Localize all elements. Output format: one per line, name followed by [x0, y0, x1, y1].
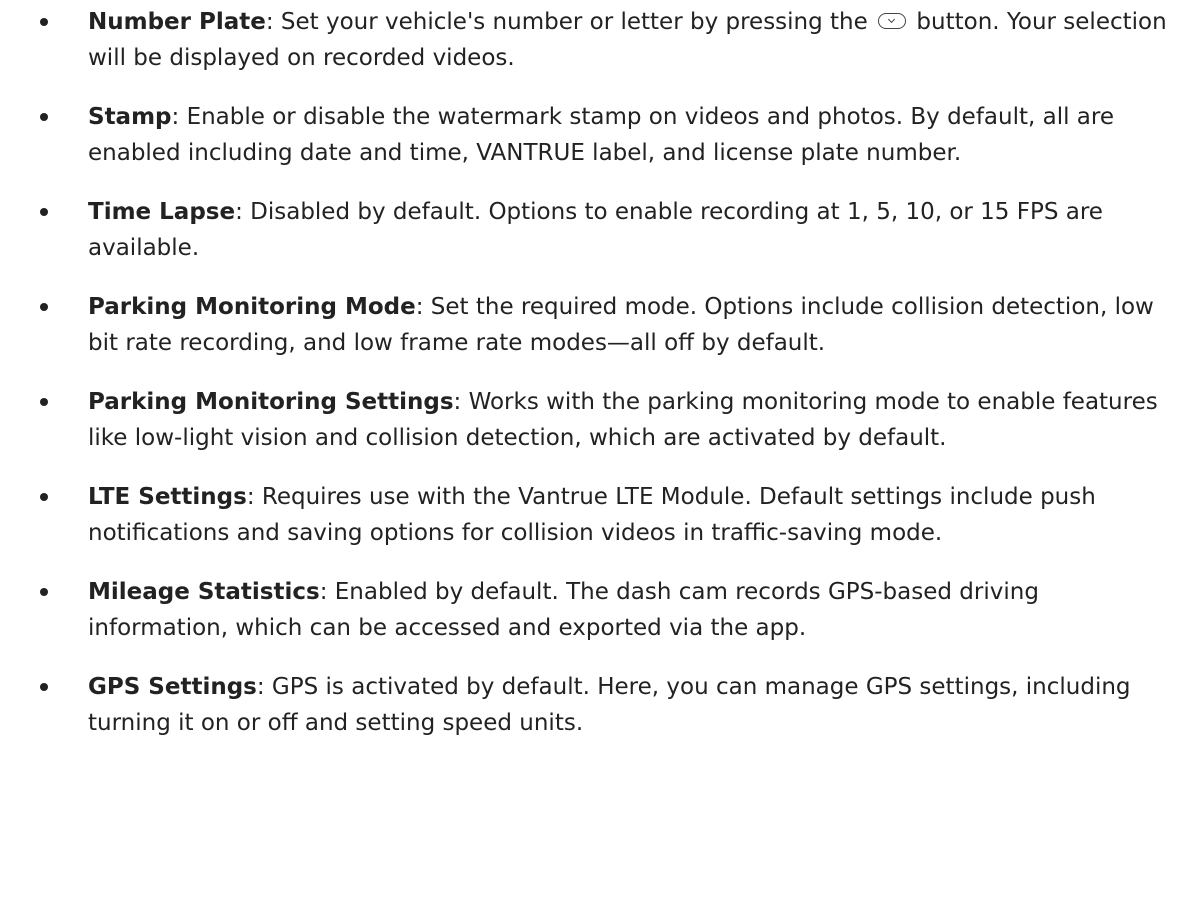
list-item-lte-settings: LTE Settings: Requires use with the Vant…: [0, 479, 1183, 551]
down-button-icon: [878, 12, 907, 29]
item-term: Mileage Statistics: [88, 579, 320, 605]
item-term: GPS Settings: [88, 674, 257, 700]
item-description: Enable or disable the watermark stamp on…: [88, 104, 1114, 166]
item-term: Stamp: [88, 104, 172, 130]
item-description: Set your vehicle's number or letter by p…: [273, 9, 876, 35]
item-separator: :: [256, 674, 265, 700]
bullet: [40, 303, 48, 311]
bullet: [40, 493, 48, 501]
list-item-parking-monitoring-mode: Parking Monitoring Mode: Set the require…: [0, 289, 1183, 361]
item-separator: :: [265, 9, 274, 35]
bullet: [40, 208, 48, 216]
bullet: [40, 18, 48, 26]
bullet: [40, 588, 48, 596]
settings-list: Number Plate: Set your vehicle's number …: [0, 4, 1183, 741]
item-term: LTE Settings: [88, 484, 247, 510]
list-item-number-plate: Number Plate: Set your vehicle's number …: [0, 4, 1183, 76]
list-item-gps-settings: GPS Settings: GPS is activated by defaul…: [0, 669, 1183, 741]
list-item-mileage-statistics: Mileage Statistics: Enabled by default. …: [0, 574, 1183, 646]
list-item-time-lapse: Time Lapse: Disabled by default. Options…: [0, 194, 1183, 266]
bullet: [40, 113, 48, 121]
item-separator: :: [235, 199, 243, 225]
list-item-parking-monitoring-settings: Parking Monitoring Settings: Works with …: [0, 384, 1183, 456]
item-term: Number Plate: [88, 9, 266, 35]
item-term: Time Lapse: [88, 199, 236, 225]
item-separator: :: [246, 484, 255, 510]
bullet: [40, 683, 48, 691]
list-item-stamp: Stamp: Enable or disable the watermark s…: [0, 99, 1183, 171]
bullet: [40, 398, 48, 406]
item-term: Parking Monitoring Mode: [88, 294, 416, 320]
item-term: Parking Monitoring Settings: [88, 389, 454, 415]
